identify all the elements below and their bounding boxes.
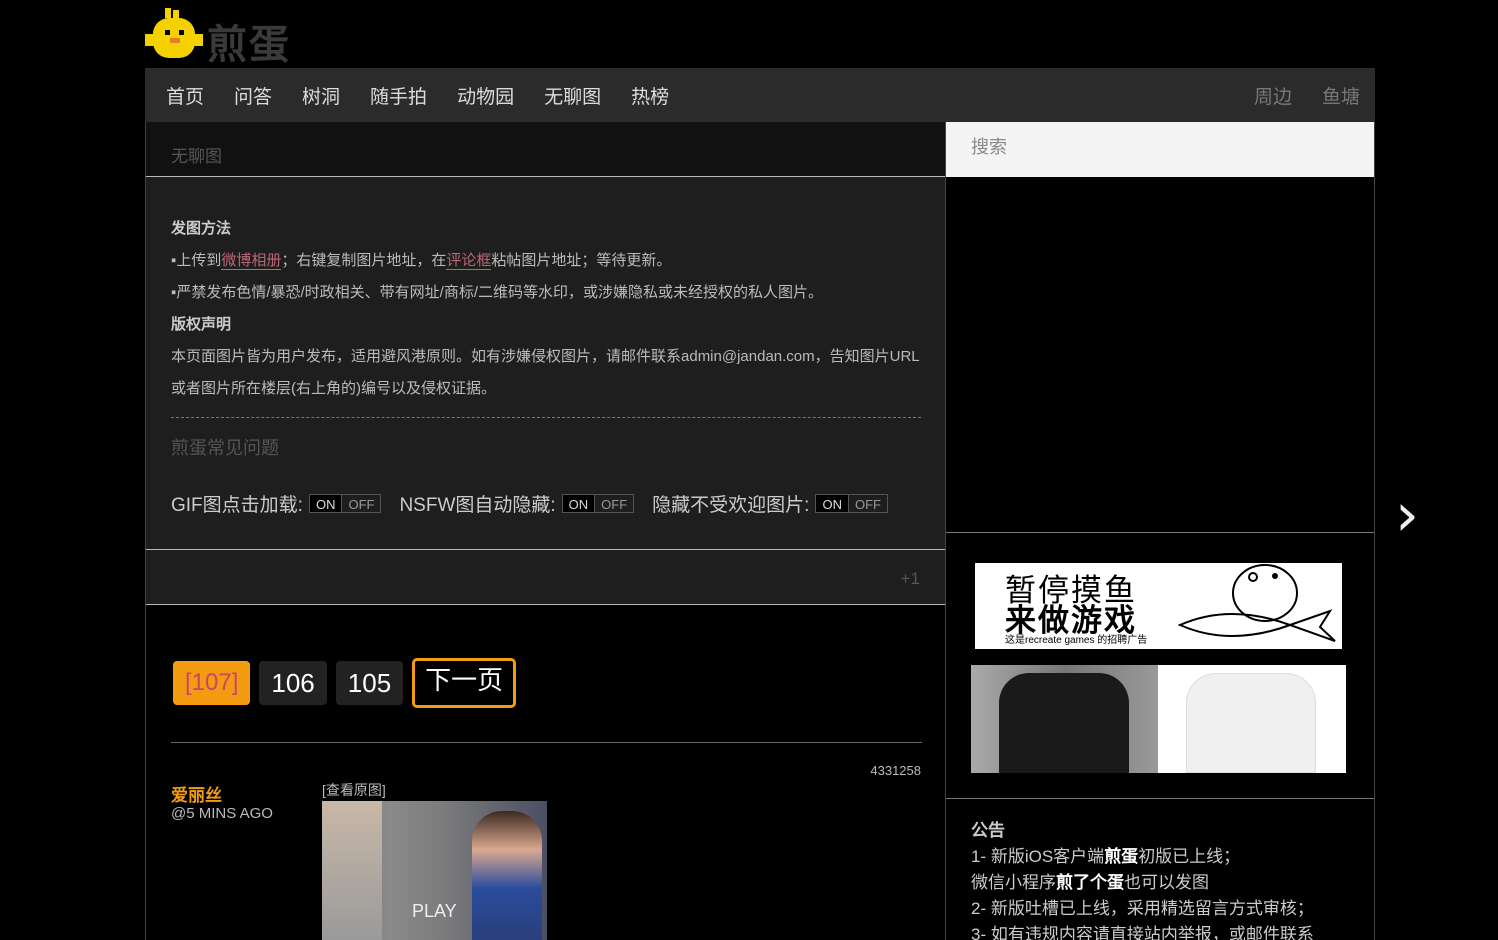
- search-box: [946, 122, 1374, 177]
- notice-1e: 煎了个蛋: [1056, 873, 1124, 892]
- gif-toggle[interactable]: ON OFF: [308, 494, 382, 513]
- figure-right: [472, 811, 542, 940]
- post-divider: [171, 742, 922, 743]
- notice-1a: 1- 新版iOS客户端: [971, 847, 1105, 866]
- rule-1-prefix: ▪上传到: [171, 252, 222, 269]
- sidebar-ad-slot: [946, 177, 1374, 533]
- rule-1-suffix: 粘帖图片地址；等待更新。: [491, 252, 672, 269]
- rule-2: ▪严禁发布色情/暴恐/时政相关、带有网址/商标/二维码等水印，或涉嫌隐私或未经授…: [171, 284, 823, 301]
- rule-1: ▪上传到微博相册；右键复制图片地址，在评论框粘帖图片地址；等待更新。: [171, 245, 920, 277]
- nav-item-boring-pics[interactable]: 无聊图: [544, 82, 601, 109]
- gif-toggle-label: GIF图点击加载:: [171, 495, 303, 516]
- notice-1f: 也可以发图: [1124, 873, 1209, 892]
- dashed-divider: [171, 417, 921, 418]
- copyright-text: 本页面图片皆为用户发布，适用避风港原则。如有涉嫌侵权图片，请邮件联系admin@…: [171, 348, 920, 397]
- gif-toggle-off[interactable]: OFF: [341, 495, 380, 512]
- fish-doodle-icon: [1177, 564, 1336, 642]
- post-method-heading: 发图方法: [171, 220, 232, 237]
- merch-ad[interactable]: [971, 665, 1346, 773]
- page-current: [107]: [173, 661, 251, 705]
- next-page-button[interactable]: 下一页: [412, 658, 517, 708]
- sidebar: 暂停摸鱼 来做游戏 这是recreate games 的招聘广告 公告 1- 新…: [946, 122, 1375, 940]
- gif-thumbnail[interactable]: PLAY: [322, 801, 547, 940]
- nav-item-home[interactable]: 首页: [166, 82, 204, 109]
- figure-left: [322, 801, 382, 940]
- white-tshirt-icon: [1186, 673, 1316, 773]
- black-tshirt-icon: [999, 673, 1129, 773]
- play-label[interactable]: PLAY: [412, 901, 457, 922]
- post-time: @5 MINS AGO: [171, 805, 273, 822]
- main-column: 无聊图 发图方法 ▪上传到微博相册；右键复制图片地址，在评论框粘帖图片地址；等待…: [145, 122, 946, 940]
- notice-item-1-line-2: 微信小程序煎了个蛋也可以发图: [971, 870, 1351, 896]
- post-id[interactable]: 4331258: [870, 763, 921, 778]
- nav-item-merch[interactable]: 周边: [1254, 82, 1292, 109]
- section-title: 无聊图: [146, 122, 945, 177]
- rule-1-mid: ；右键复制图片地址，在: [281, 252, 447, 269]
- nav-item-treehole[interactable]: 树洞: [302, 82, 340, 109]
- nav-item-hot[interactable]: 热榜: [631, 82, 669, 109]
- page-106[interactable]: 106: [259, 661, 327, 705]
- view-original-link[interactable]: [查看原图]: [322, 780, 386, 800]
- nsfw-toggle-off[interactable]: OFF: [594, 495, 633, 512]
- plus-one-button[interactable]: +1: [901, 569, 920, 589]
- weibo-album-link[interactable]: 微博相册: [221, 252, 282, 270]
- black-tshirt-image: [971, 665, 1158, 773]
- notice-item-1: 1- 新版iOS客户端煎蛋初版已上线；: [971, 844, 1351, 870]
- copyright-heading: 版权声明: [171, 316, 232, 333]
- nav-item-zoo[interactable]: 动物园: [457, 82, 514, 109]
- unpopular-toggle[interactable]: ON OFF: [815, 494, 888, 513]
- unpopular-toggle-off[interactable]: OFF: [847, 495, 887, 512]
- sidebar-divider: [946, 798, 1374, 799]
- nsfw-toggle-on[interactable]: ON: [562, 495, 595, 512]
- unpopular-toggle-label: 隐藏不受欢迎图片:: [652, 495, 810, 516]
- notice-1d: 微信小程序: [971, 873, 1056, 892]
- notice-1b: 煎蛋: [1104, 847, 1139, 866]
- logo-text: 煎蛋: [207, 22, 291, 68]
- notice-title: 公告: [971, 821, 1005, 840]
- recruit-ad-banner[interactable]: 暂停摸鱼 来做游戏 这是recreate games 的招聘广告: [975, 563, 1342, 649]
- pagination: [107] 106 105 下一页: [173, 658, 525, 708]
- unpopular-toggle-on[interactable]: ON: [816, 495, 848, 512]
- nsfw-toggle[interactable]: ON OFF: [561, 494, 635, 513]
- toggle-row: GIF图点击加载: ON OFF NSFW图自动隐藏: ON OFF 隐藏不受欢迎图…: [171, 490, 920, 517]
- plus-one-row: +1: [146, 550, 945, 605]
- nav-item-fishpond[interactable]: 鱼塘: [1322, 82, 1360, 109]
- comment-box-link[interactable]: 评论框: [446, 252, 492, 270]
- nav-item-snapshots[interactable]: 随手拍: [370, 82, 427, 109]
- post-author[interactable]: 爱丽丝: [171, 781, 222, 806]
- page-105[interactable]: 105: [335, 661, 404, 705]
- notice-item-3: 3- 如有违规内容请直接站内举报，或邮件联系: [971, 925, 1314, 940]
- white-tshirt-image: [1158, 665, 1346, 773]
- faq-link[interactable]: 煎蛋常见问题: [171, 434, 920, 460]
- nsfw-toggle-label: NSFW图自动隐藏:: [399, 495, 556, 516]
- search-input[interactable]: [971, 137, 1349, 158]
- info-panel: 发图方法 ▪上传到微博相册；右键复制图片地址，在评论框粘帖图片地址；等待更新。 …: [146, 177, 945, 550]
- chick-icon: [145, 8, 203, 58]
- notice-panel: 公告 1- 新版iOS客户端煎蛋初版已上线； 微信小程序煎了个蛋也可以发图 2-…: [971, 818, 1351, 940]
- next-arrow-icon[interactable]: ›: [1395, 480, 1419, 550]
- site-logo[interactable]: 煎蛋: [143, 4, 303, 68]
- ad-line-3: 这是recreate games 的招聘广告: [1005, 635, 1148, 646]
- notice-item-2: 2- 新版吐槽已上线，采用精选留言方式审核；: [971, 899, 1314, 918]
- nav-item-qa[interactable]: 问答: [234, 82, 272, 109]
- gif-toggle-on[interactable]: ON: [309, 495, 342, 512]
- main-nav: 首页 问答 树洞 随手拍 动物园 无聊图 热榜 周边 鱼塘: [145, 68, 1375, 122]
- notice-1c: 初版已上线；: [1138, 847, 1241, 866]
